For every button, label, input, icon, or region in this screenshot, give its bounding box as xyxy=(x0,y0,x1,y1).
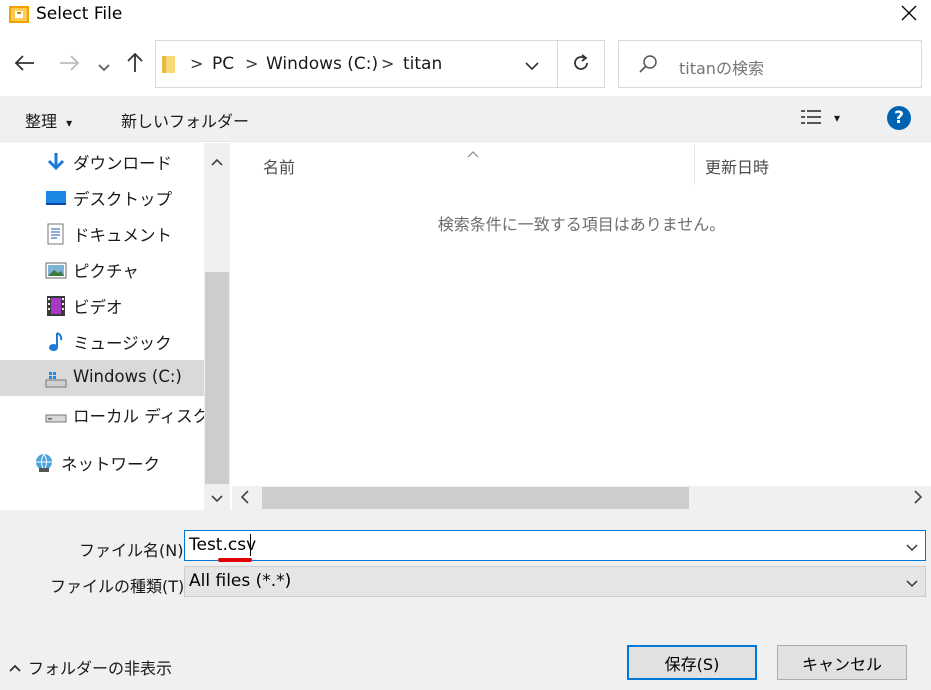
title-bar xyxy=(0,0,931,30)
search-icon xyxy=(638,54,658,78)
drive-icon xyxy=(45,404,67,426)
sidebar-item-desktop[interactable]: デスクトップ xyxy=(0,179,204,215)
back-arrow-icon xyxy=(13,53,35,78)
forward-arrow-icon xyxy=(59,53,81,78)
sort-ascending-icon xyxy=(466,144,480,158)
organize-caret: ▾ xyxy=(66,116,73,130)
up-arrow-icon xyxy=(126,51,144,79)
view-dropdown-caret[interactable]: ▾ xyxy=(834,111,840,125)
breadcrumb-windows-c[interactable]: Windows (C:) xyxy=(266,54,378,74)
sidebar-item-label: ローカル ディスク (D xyxy=(73,407,204,426)
sidebar-item-label: ネットワーク xyxy=(61,455,160,474)
save-button[interactable]: 保存(S) xyxy=(627,645,757,680)
sidebar-item-network[interactable]: ネットワーク xyxy=(0,444,204,480)
address-dropdown-button[interactable] xyxy=(520,52,544,78)
app-icon xyxy=(9,6,29,23)
navigation-pane: ダウンロード デスクトップ ドキュメント ピクチャ ビデオ ミュージック Win… xyxy=(0,143,204,510)
sidebar-scroll-thumb[interactable] xyxy=(205,272,229,484)
scroll-right-button[interactable] xyxy=(913,489,923,509)
column-header-date-modified[interactable]: 更新日時 xyxy=(705,154,769,178)
breadcrumb-separator: > xyxy=(245,54,259,73)
sidebar-item-downloads[interactable]: ダウンロード xyxy=(0,143,204,179)
scroll-left-button[interactable] xyxy=(240,489,250,509)
filetype-dropdown-button[interactable] xyxy=(902,572,922,592)
chevron-up-icon xyxy=(211,151,223,170)
sidebar-item-music[interactable]: ミュージック xyxy=(0,323,204,359)
sidebar-item-label: ダウンロード xyxy=(73,154,172,173)
video-icon xyxy=(45,295,67,317)
breadcrumb-pc[interactable]: PC xyxy=(212,54,234,74)
sidebar-item-pictures[interactable]: ピクチャ xyxy=(0,251,204,287)
filetype-select[interactable] xyxy=(184,566,926,597)
filetype-label: ファイルの種類(T): xyxy=(50,577,190,596)
filetype-value[interactable]: All files (*.*) xyxy=(189,571,291,591)
chevron-up-icon xyxy=(8,658,22,677)
filename-value[interactable]: Test.csv xyxy=(189,535,256,555)
cancel-button[interactable]: キャンセル xyxy=(777,645,907,680)
pictures-icon xyxy=(45,259,67,281)
hide-folders-toggle[interactable]: フォルダーの非表示 xyxy=(8,655,172,679)
chevron-down-icon xyxy=(906,537,918,556)
window-title: Select File xyxy=(36,4,123,24)
organize-button[interactable]: 整理 ▾ xyxy=(25,108,72,132)
sidebar-item-label: ミュージック xyxy=(73,334,172,353)
filename-field[interactable] xyxy=(184,530,926,561)
sidebar-item-label: Windows (C:) xyxy=(73,367,182,386)
filename-label: ファイル名(N): xyxy=(79,541,189,560)
recent-locations-button[interactable] xyxy=(94,52,114,78)
music-icon xyxy=(45,331,67,353)
sidebar-item-videos[interactable]: ビデオ xyxy=(0,287,204,323)
chevron-down-icon xyxy=(525,56,539,75)
chevron-down-icon xyxy=(906,573,918,592)
sidebar-item-label: ピクチャ xyxy=(73,262,139,281)
red-underline-annotation xyxy=(218,558,252,562)
up-button[interactable] xyxy=(122,52,148,78)
refresh-button[interactable] xyxy=(566,50,596,80)
close-button[interactable] xyxy=(886,0,931,30)
forward-button[interactable] xyxy=(56,52,84,78)
breadcrumb-separator: > xyxy=(381,54,395,73)
back-button[interactable] xyxy=(10,52,38,78)
chevron-right-icon xyxy=(913,490,923,509)
sidebar-item-label: ドキュメント xyxy=(73,226,172,245)
filename-dropdown-button[interactable] xyxy=(902,536,922,556)
sidebar-item-label: ビデオ xyxy=(73,298,123,317)
new-folder-button[interactable]: 新しいフォルダー xyxy=(121,108,249,132)
desktop-icon xyxy=(45,187,67,209)
breadcrumb-separator: > xyxy=(190,54,204,73)
sidebar-item-label: デスクトップ xyxy=(73,190,172,209)
sidebar-item-windows-c[interactable]: Windows (C:) xyxy=(0,360,204,396)
network-icon xyxy=(33,452,55,474)
sidebar-item-local-disk-d[interactable]: ローカル ディスク (D xyxy=(0,396,204,432)
refresh-icon xyxy=(571,53,591,77)
help-icon[interactable]: ? xyxy=(887,106,911,130)
search-input[interactable]: titanの検索 xyxy=(679,55,764,79)
organize-label: 整理 xyxy=(25,112,58,131)
scroll-down-button[interactable] xyxy=(204,485,230,509)
column-header-name[interactable]: 名前 xyxy=(263,154,295,178)
download-icon xyxy=(45,151,67,173)
windows-drive-icon xyxy=(45,368,67,390)
address-divider xyxy=(557,40,558,88)
text-cursor xyxy=(250,534,251,556)
view-options-button[interactable] xyxy=(800,108,822,130)
list-view-icon xyxy=(800,110,822,130)
chevron-left-icon xyxy=(240,490,250,509)
scroll-up-button[interactable] xyxy=(204,148,230,172)
folder-icon xyxy=(161,53,177,75)
file-list[interactable] xyxy=(232,143,931,486)
chevron-down-icon xyxy=(211,488,223,507)
empty-folder-message: 検索条件に一致する項目はありません。 xyxy=(437,215,726,234)
close-icon xyxy=(901,5,917,25)
column-separator[interactable] xyxy=(694,145,695,185)
chevron-down-icon xyxy=(98,53,110,78)
document-icon xyxy=(45,223,67,245)
hide-folders-label: フォルダーの非表示 xyxy=(28,659,173,678)
search-box[interactable] xyxy=(618,40,922,88)
horizontal-scroll-thumb[interactable] xyxy=(262,487,689,509)
sidebar-item-documents[interactable]: ドキュメント xyxy=(0,215,204,251)
breadcrumb-titan[interactable]: titan xyxy=(403,54,442,74)
